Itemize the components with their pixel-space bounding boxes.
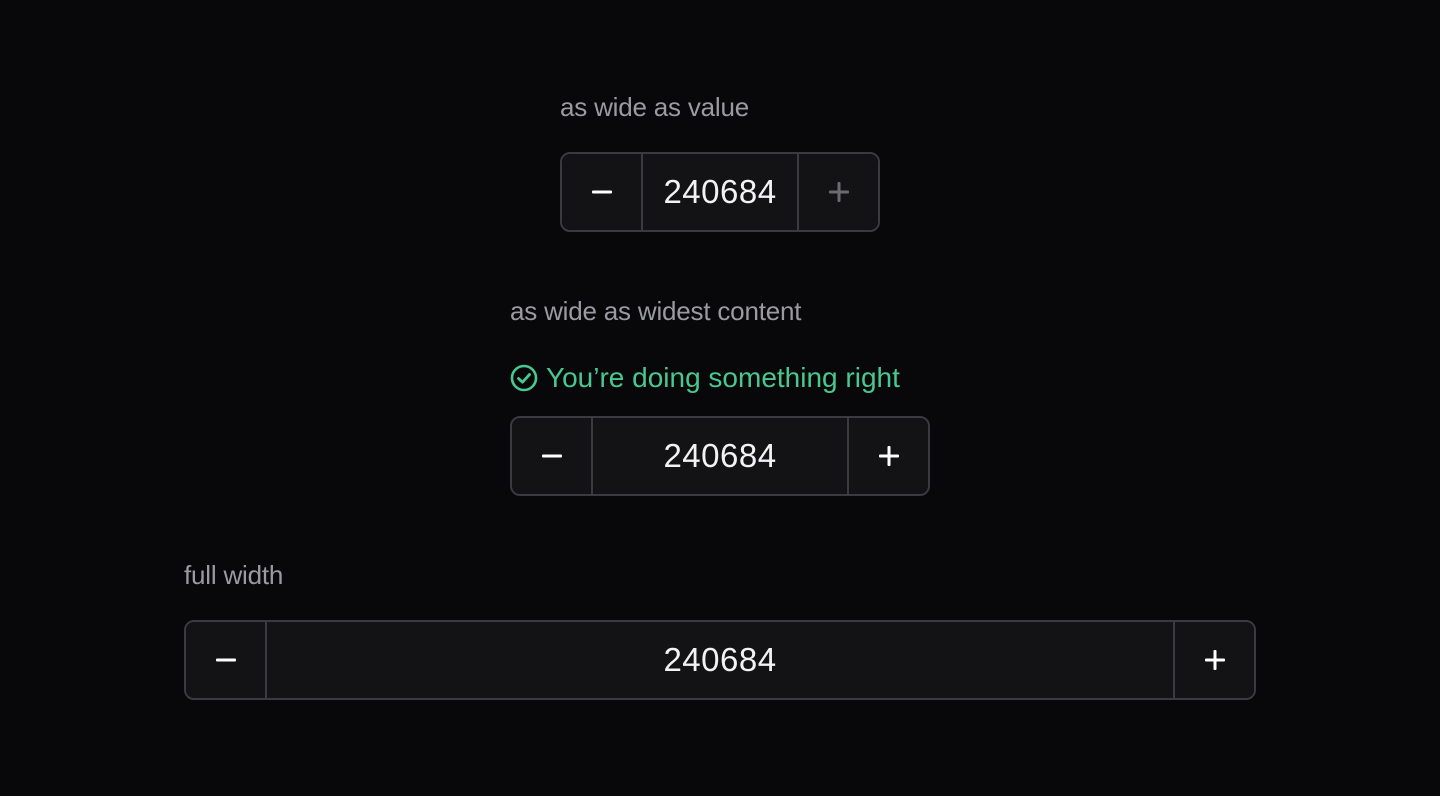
- plus-icon: [1204, 650, 1225, 670]
- number-stepper-wide-as-value: 240684: [560, 152, 880, 232]
- increment-button[interactable]: [847, 418, 928, 494]
- increment-button[interactable]: [1173, 622, 1254, 698]
- minus-icon: [591, 190, 612, 194]
- decrement-button[interactable]: [562, 154, 643, 230]
- success-text: You’re doing something right: [546, 362, 900, 393]
- stepper-value[interactable]: 240684: [643, 154, 797, 230]
- decrement-button[interactable]: [512, 418, 593, 494]
- stepper-value[interactable]: 240684: [593, 418, 847, 494]
- minus-icon: [541, 454, 562, 458]
- decrement-button[interactable]: [186, 622, 267, 698]
- increment-button-disabled[interactable]: [797, 154, 878, 230]
- section-label-wide-as-value: as wide as value: [560, 92, 750, 122]
- stepper-value[interactable]: 240684: [267, 622, 1173, 698]
- section-label-wide-as-widest-content: as wide as widest content: [510, 296, 802, 326]
- section-label-full-width: full width: [184, 560, 284, 590]
- plus-icon: [828, 182, 849, 202]
- minus-icon: [215, 658, 236, 662]
- number-stepper-wide-as-widest-content: 240684: [510, 416, 930, 496]
- success-message: You’re doing something right: [510, 363, 900, 393]
- plus-icon: [878, 446, 899, 466]
- number-stepper-full-width: 240684: [184, 620, 1256, 700]
- check-circle-icon: [510, 364, 538, 392]
